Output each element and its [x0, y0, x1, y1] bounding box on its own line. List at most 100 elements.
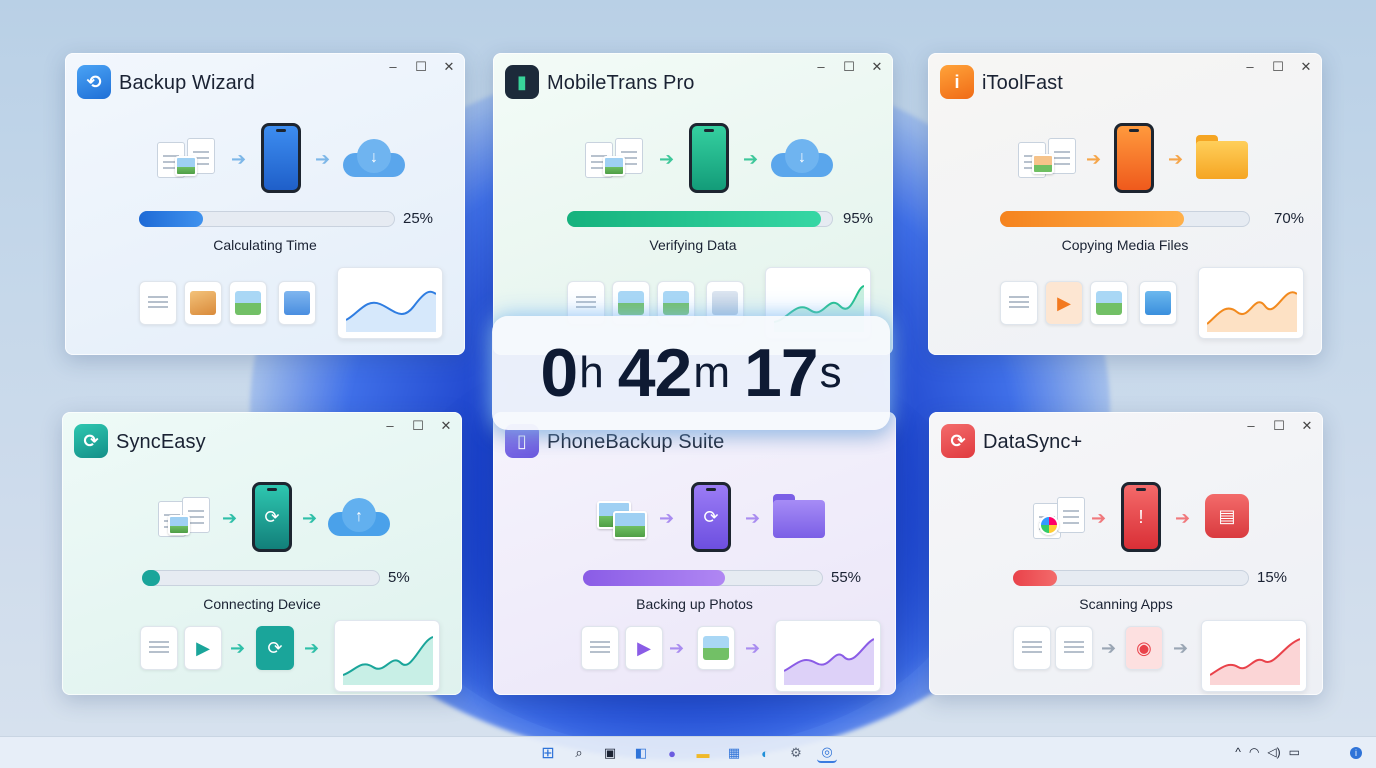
titlebar[interactable]: ⟲ Backup Wizard – ☐ ✕ — [77, 59, 455, 101]
titlebar[interactable]: ▮ MobileTrans Pro – ☐ ✕ — [505, 59, 883, 101]
arrow-icon: ➔ — [1175, 508, 1191, 528]
arrow-icon: ➔ — [304, 638, 320, 658]
timer-minutes: 42 — [617, 335, 693, 411]
minimize-button[interactable]: – — [387, 59, 399, 75]
status-text: Scanning Apps — [1079, 596, 1173, 612]
music-icon — [1139, 281, 1177, 325]
progress-bar: 95% — [567, 210, 877, 227]
settings-icon[interactable]: ⚙ — [786, 743, 806, 763]
documents-icon — [1018, 138, 1082, 188]
notification-icon[interactable]: i — [1350, 747, 1362, 759]
app-title: iToolFast — [982, 72, 1063, 94]
start-icon[interactable]: ⊞ — [538, 743, 558, 763]
arrow-icon: ➔ — [315, 149, 331, 169]
progress-percent: 25% — [403, 210, 434, 227]
documents-icon — [157, 138, 221, 188]
chat-icon[interactable]: ● — [662, 743, 682, 763]
file-types-row — [65, 267, 465, 343]
maximize-button[interactable]: ☐ — [1272, 59, 1284, 75]
window-synceasy[interactable]: ⟳ SyncEasy – ☐ ✕ ➔ ⟳ ➔ ↑ 5% Connecting D… — [62, 412, 462, 695]
progress-bar: 5% — [142, 569, 442, 586]
timer-minutes-unit: m — [693, 348, 730, 397]
close-button[interactable]: ✕ — [871, 59, 883, 75]
battery-icon[interactable]: ▭ — [1289, 745, 1300, 759]
image-icon — [697, 626, 735, 670]
window-backup-wizard[interactable]: ⟲ Backup Wizard – ☐ ✕ ➔ ➔ ↓ 25% Calculat… — [65, 53, 465, 355]
store-icon[interactable]: ▦ — [724, 743, 744, 763]
minimize-button[interactable]: – — [815, 59, 827, 75]
file-types-row: ▶ ➔ ➔ — [493, 620, 896, 695]
maximize-button[interactable]: ☐ — [843, 59, 855, 75]
minimize-button[interactable]: – — [384, 418, 396, 434]
sync-icon: ⟳ — [256, 626, 294, 670]
play-video-icon: ▶ — [1045, 281, 1083, 325]
maximize-button[interactable]: ☐ — [415, 59, 427, 75]
photo-icon — [184, 281, 222, 325]
task-view-icon[interactable]: ▣ — [600, 743, 620, 763]
progress-bar: 15% — [1013, 569, 1313, 586]
folder-icon — [773, 494, 825, 538]
arrow-icon: ➔ — [1173, 638, 1189, 658]
transfer-flow: ➔ ⟳ ➔ ↑ — [62, 482, 462, 554]
window-datasync-plus[interactable]: ⟳ DataSync+ – ☐ ✕ ➔ ! ➔ ▤ 15% Scanning A… — [929, 412, 1323, 695]
app-title: SyncEasy — [116, 431, 206, 453]
progress-percent: 15% — [1257, 569, 1288, 586]
minimize-button[interactable]: – — [1244, 59, 1256, 75]
search-icon[interactable]: ⌕ — [569, 743, 589, 763]
speaker-icon[interactable]: ◁) — [1267, 745, 1280, 759]
progress-percent: 95% — [843, 210, 874, 227]
document-icon — [581, 626, 619, 670]
titlebar[interactable]: i iToolFast – ☐ ✕ — [940, 59, 1312, 101]
arrow-icon: ➔ — [669, 638, 685, 658]
app-scan-icon: ◉ — [1125, 626, 1163, 670]
document-icon — [1055, 626, 1093, 670]
minimize-button[interactable]: – — [1245, 418, 1257, 434]
documents-icon — [585, 138, 649, 188]
window-itoolfast[interactable]: i iToolFast – ☐ ✕ ➔ ➔ 70% Copying Media … — [928, 53, 1322, 355]
progress-percent: 70% — [1274, 210, 1305, 227]
wifi-icon[interactable]: ◠ — [1249, 745, 1259, 759]
mobiletrans-icon: ▮ — [505, 65, 539, 99]
arrow-icon: ➔ — [222, 508, 238, 528]
cloud-download-icon: ↓ — [343, 137, 405, 177]
speed-graph — [1198, 267, 1304, 339]
app-title: PhoneBackup Suite — [547, 431, 725, 453]
document-icon — [1000, 281, 1038, 325]
phone-icon: ⟳ — [252, 482, 292, 552]
cloud-download-icon: ↓ — [771, 137, 833, 177]
window-mobiletrans-pro[interactable]: ▮ MobileTrans Pro – ☐ ✕ ➔ ➔ ↓ 95% Verify… — [493, 53, 893, 355]
widgets-icon[interactable]: ◧ — [631, 743, 651, 763]
phone-icon — [1114, 123, 1154, 193]
backup-app-icon[interactable]: ◎ — [817, 743, 837, 763]
app-title: MobileTrans Pro — [547, 72, 695, 94]
close-button[interactable]: ✕ — [443, 59, 455, 75]
document-icon — [140, 626, 178, 670]
progress-bar: 55% — [583, 569, 883, 586]
image-icon — [1090, 281, 1128, 325]
photos-icon — [597, 497, 661, 547]
close-button[interactable]: ✕ — [1300, 59, 1312, 75]
documents-icon — [158, 497, 222, 547]
maximize-button[interactable]: ☐ — [1273, 418, 1285, 434]
close-button[interactable]: ✕ — [440, 418, 452, 434]
app-title: DataSync+ — [983, 431, 1083, 453]
titlebar[interactable]: ⟳ SyncEasy – ☐ ✕ — [74, 418, 452, 460]
close-button[interactable]: ✕ — [1301, 418, 1313, 434]
arrow-icon: ➔ — [1086, 149, 1102, 169]
window-phonebackup-suite[interactable]: ▯ PhoneBackup Suite ➔ ⟳ ➔ 55% Backing up… — [493, 412, 896, 695]
maximize-button[interactable]: ☐ — [412, 418, 424, 434]
arrow-icon: ➔ — [302, 508, 318, 528]
chevron-up-icon[interactable]: ^ — [1235, 745, 1241, 759]
app-list-icon: ▤ — [1205, 494, 1249, 538]
transfer-flow: ➔ ! ➔ ▤ — [929, 482, 1323, 554]
phone-icon: ! — [1121, 482, 1161, 552]
transfer-flow: ➔ ➔ ↓ — [65, 123, 465, 195]
file-explorer-icon[interactable]: ▬ — [693, 743, 713, 763]
status-text: Copying Media Files — [1061, 237, 1189, 253]
edge-icon[interactable]: ◐ — [755, 743, 775, 763]
arrow-icon: ➔ — [1101, 638, 1117, 658]
phone-icon: ⟳ — [691, 482, 731, 552]
titlebar[interactable]: ⟳ DataSync+ – ☐ ✕ — [941, 418, 1313, 460]
sync-icon: ⟳ — [74, 424, 108, 458]
arrow-icon: ➔ — [743, 149, 759, 169]
